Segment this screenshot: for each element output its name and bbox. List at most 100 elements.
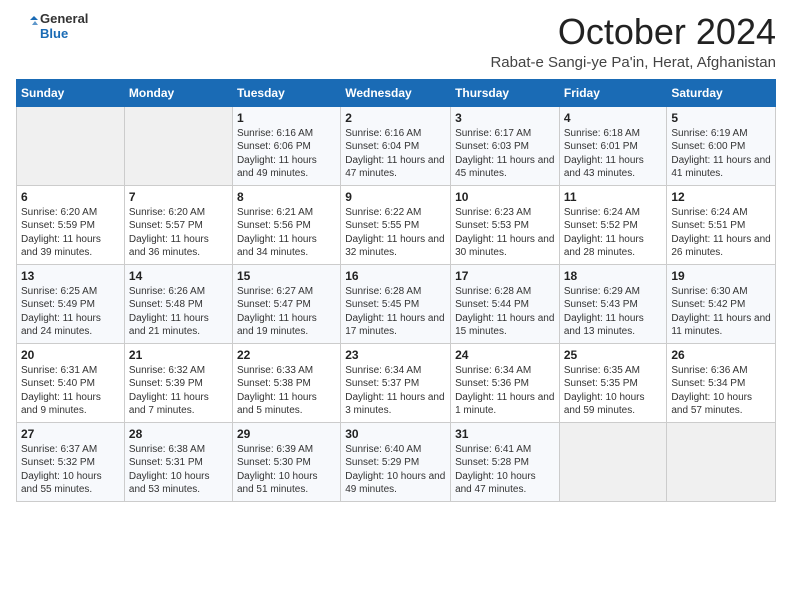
calendar-cell: 1Sunrise: 6:16 AM Sunset: 6:06 PM Daylig…: [232, 106, 340, 185]
logo-text-blue: Blue: [40, 27, 88, 42]
calendar-cell: 18 Sunrise: 6:29 AM Sunset: 5:43 PM Dayli…: [559, 264, 667, 343]
cell-content: Sunrise: 6:32 AM Sunset: 5:39 PM Dayligh…: [129, 364, 228, 418]
calendar-cell: 28 Sunrise: 6:38 AM Sunset: 5:31 PM Dayli…: [124, 422, 232, 501]
cell-content: Sunrise: 6:34 AM Sunset: 5:36 PM Dayligh…: [455, 364, 555, 418]
calendar-cell: 2 Sunrise: 6:16 AM Sunset: 6:04 PM Daylig…: [341, 106, 451, 185]
day-number: 27: [21, 427, 120, 441]
calendar-cell: 30 Sunrise: 6:40 AM Sunset: 5:29 PM Dayli…: [341, 422, 451, 501]
day-number: 5: [671, 111, 771, 125]
day-number: 16: [345, 269, 446, 283]
calendar-cell: 25 Sunrise: 6:35 AM Sunset: 5:35 PM Dayli…: [559, 343, 667, 422]
cell-content: Sunrise: 6:20 AM Sunset: 5:57 PM Dayligh…: [129, 206, 228, 260]
calendar-cell: 11 Sunrise: 6:24 AM Sunset: 5:52 PM Dayli…: [559, 185, 667, 264]
day-number: 30: [345, 427, 446, 441]
day-number: 12: [671, 190, 771, 204]
day-number: 23: [345, 348, 446, 362]
calendar-cell: [17, 106, 125, 185]
calendar-cell: 27 Sunrise: 6:37 AM Sunset: 5:32 PM Dayli…: [17, 422, 125, 501]
page-subtitle: Rabat-e Sangi-ye Pa'in, Herat, Afghanist…: [490, 54, 776, 71]
day-number: 29: [237, 427, 336, 441]
cell-content: Sunrise: 6:16 AM Sunset: 6:04 PM Dayligh…: [345, 127, 446, 181]
cell-content: Sunrise: 6:40 AM Sunset: 5:29 PM Dayligh…: [345, 443, 446, 497]
calendar-cell: [559, 422, 667, 501]
calendar-cell: 29 Sunrise: 6:39 AM Sunset: 5:30 PM Dayli…: [232, 422, 340, 501]
calendar-table: SundayMondayTuesdayWednesdayThursdayFrid…: [16, 79, 776, 502]
cell-content: Sunrise: 6:24 AM Sunset: 5:52 PM Dayligh…: [564, 206, 663, 260]
cell-content: Sunrise: 6:17 AM Sunset: 6:03 PM Dayligh…: [455, 127, 555, 181]
day-number: 13: [21, 269, 120, 283]
calendar-cell: 6 Sunrise: 6:20 AM Sunset: 5:59 PM Daylig…: [17, 185, 125, 264]
cell-content: Sunrise: 6:34 AM Sunset: 5:37 PM Dayligh…: [345, 364, 446, 418]
day-number: 18: [564, 269, 663, 283]
cell-content: Sunrise: 6:21 AM Sunset: 5:56 PM Dayligh…: [237, 206, 336, 260]
cell-content: Sunrise: 6:41 AM Sunset: 5:28 PM Dayligh…: [455, 443, 555, 497]
calendar-cell: 8 Sunrise: 6:21 AM Sunset: 5:56 PM Daylig…: [232, 185, 340, 264]
day-header: Tuesday: [232, 79, 340, 106]
calendar-cell: 24 Sunrise: 6:34 AM Sunset: 5:36 PM Dayli…: [451, 343, 560, 422]
day-header: Monday: [124, 79, 232, 106]
calendar-cell: [667, 422, 776, 501]
cell-content: Sunrise: 6:20 AM Sunset: 5:59 PM Dayligh…: [21, 206, 120, 260]
day-header: Thursday: [451, 79, 560, 106]
cell-content: Sunrise: 6:29 AM Sunset: 5:43 PM Dayligh…: [564, 285, 663, 339]
cell-content: Sunrise: 6:33 AM Sunset: 5:38 PM Dayligh…: [237, 364, 336, 418]
calendar-cell: 23 Sunrise: 6:34 AM Sunset: 5:37 PM Dayli…: [341, 343, 451, 422]
cell-content: Sunrise: 6:28 AM Sunset: 5:44 PM Dayligh…: [455, 285, 555, 339]
day-header: Wednesday: [341, 79, 451, 106]
day-header: Sunday: [17, 79, 125, 106]
calendar-cell: 13 Sunrise: 6:25 AM Sunset: 5:49 PM Dayli…: [17, 264, 125, 343]
cell-content: Sunrise: 6:18 AM Sunset: 6:01 PM Dayligh…: [564, 127, 663, 181]
cell-content: Sunrise: 6:28 AM Sunset: 5:45 PM Dayligh…: [345, 285, 446, 339]
day-number: 25: [564, 348, 663, 362]
day-number: 9: [345, 190, 446, 204]
day-number: 2: [345, 111, 446, 125]
day-number: 4: [564, 111, 663, 125]
day-number: 10: [455, 190, 555, 204]
cell-content: Sunrise: 6:38 AM Sunset: 5:31 PM Dayligh…: [129, 443, 228, 497]
day-number: 14: [129, 269, 228, 283]
cell-content: Sunrise: 6:31 AM Sunset: 5:40 PM Dayligh…: [21, 364, 120, 418]
header-right: October 2024 Rabat-e Sangi-ye Pa'in, Her…: [490, 12, 776, 71]
day-number: 6: [21, 190, 120, 204]
day-header: Friday: [559, 79, 667, 106]
day-number: 1: [237, 111, 336, 125]
calendar-cell: 31 Sunrise: 6:41 AM Sunset: 5:28 PM Dayli…: [451, 422, 560, 501]
logo-bird-icon: [16, 16, 38, 38]
calendar-cell: 7Sunrise: 6:20 AM Sunset: 5:57 PM Daylig…: [124, 185, 232, 264]
day-number: 17: [455, 269, 555, 283]
day-number: 8: [237, 190, 336, 204]
cell-content: Sunrise: 6:25 AM Sunset: 5:49 PM Dayligh…: [21, 285, 120, 339]
cell-content: Sunrise: 6:24 AM Sunset: 5:51 PM Dayligh…: [671, 206, 771, 260]
day-number: 26: [671, 348, 771, 362]
page: General Blue October 2024 Rabat-e Sangi-…: [0, 0, 792, 612]
day-number: 28: [129, 427, 228, 441]
day-number: 20: [21, 348, 120, 362]
cell-content: Sunrise: 6:36 AM Sunset: 5:34 PM Dayligh…: [671, 364, 771, 418]
calendar-cell: 10 Sunrise: 6:23 AM Sunset: 5:53 PM Dayli…: [451, 185, 560, 264]
day-number: 31: [455, 427, 555, 441]
calendar-cell: 9Sunrise: 6:22 AM Sunset: 5:55 PM Daylig…: [341, 185, 451, 264]
page-title: October 2024: [490, 12, 776, 52]
calendar-cell: 26 Sunrise: 6:36 AM Sunset: 5:34 PM Dayli…: [667, 343, 776, 422]
logo-container: General Blue: [16, 12, 88, 42]
logo: General Blue: [16, 12, 88, 42]
cell-content: Sunrise: 6:39 AM Sunset: 5:30 PM Dayligh…: [237, 443, 336, 497]
calendar-cell: 15 Sunrise: 6:27 AM Sunset: 5:47 PM Dayli…: [232, 264, 340, 343]
cell-content: Sunrise: 6:27 AM Sunset: 5:47 PM Dayligh…: [237, 285, 336, 339]
day-number: 24: [455, 348, 555, 362]
calendar-cell: 21Sunrise: 6:32 AM Sunset: 5:39 PM Dayli…: [124, 343, 232, 422]
day-number: 22: [237, 348, 336, 362]
cell-content: Sunrise: 6:37 AM Sunset: 5:32 PM Dayligh…: [21, 443, 120, 497]
calendar-cell: 19Sunrise: 6:30 AM Sunset: 5:42 PM Dayli…: [667, 264, 776, 343]
logo-text-general: General: [40, 12, 88, 27]
cell-content: Sunrise: 6:26 AM Sunset: 5:48 PM Dayligh…: [129, 285, 228, 339]
calendar-cell: 17 Sunrise: 6:28 AM Sunset: 5:44 PM Dayli…: [451, 264, 560, 343]
cell-content: Sunrise: 6:30 AM Sunset: 5:42 PM Dayligh…: [671, 285, 771, 339]
cell-content: Sunrise: 6:23 AM Sunset: 5:53 PM Dayligh…: [455, 206, 555, 260]
calendar-cell: 14 Sunrise: 6:26 AM Sunset: 5:48 PM Dayli…: [124, 264, 232, 343]
cell-content: Sunrise: 6:35 AM Sunset: 5:35 PM Dayligh…: [564, 364, 663, 418]
day-number: 11: [564, 190, 663, 204]
day-number: 15: [237, 269, 336, 283]
calendar-cell: 12 Sunrise: 6:24 AM Sunset: 5:51 PM Dayli…: [667, 185, 776, 264]
calendar-cell: 22 Sunrise: 6:33 AM Sunset: 5:38 PM Dayli…: [232, 343, 340, 422]
